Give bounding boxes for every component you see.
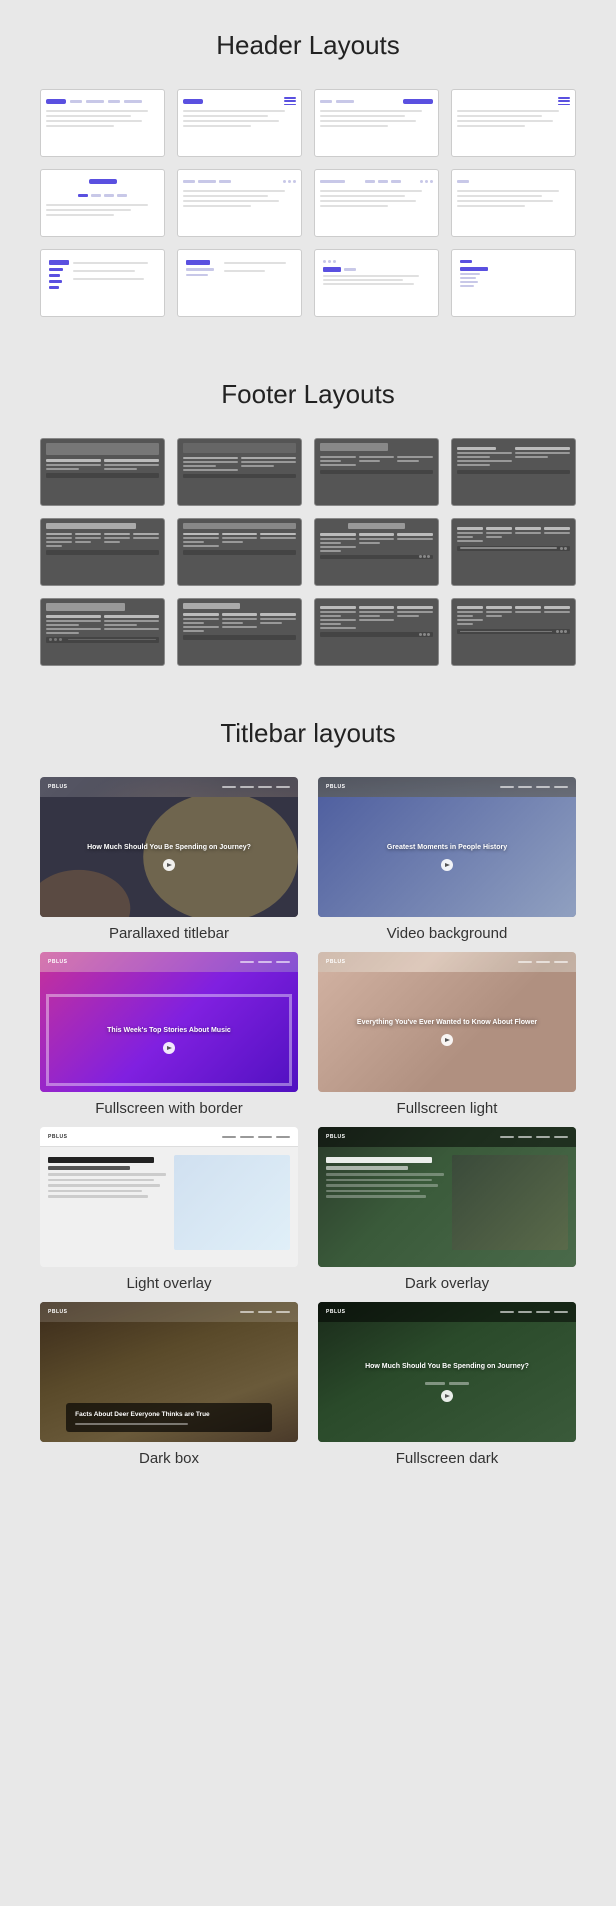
titlebar-item-fullscreen-border: PBLUS This Week's Top Stories About Musi… <box>40 952 298 1117</box>
header-layout-2[interactable] <box>177 89 302 157</box>
header-layouts-title: Header Layouts <box>40 30 576 61</box>
titlebar-row-4: PBLUS Facts About Deer Everyone Thinks a… <box>40 1302 576 1467</box>
header-layout-3[interactable] <box>314 89 439 157</box>
titlebar-label-dark-box: Dark box <box>139 1450 199 1467</box>
footer-row-2 <box>40 518 576 586</box>
play-button-fsd[interactable] <box>441 1390 453 1402</box>
footer-layout-2[interactable] <box>177 438 302 506</box>
footer-layout-7[interactable] <box>314 518 439 586</box>
footer-row-1 <box>40 438 576 506</box>
nav-bar-do: PBLUS <box>318 1127 576 1147</box>
nav-bar-fl: PBLUS <box>318 952 576 972</box>
nav-bar-fsd: PBLUS <box>318 1302 576 1322</box>
titlebar-layouts-title: Titlebar layouts <box>40 718 576 749</box>
titlebar-thumb-light-overlay[interactable]: PBLUS <box>40 1127 298 1267</box>
titlebar-item-parallaxed: PBLUS How Much Should You Be Spending on… <box>40 777 298 942</box>
titlebar-layouts-section: Titlebar layouts PBLUS How Much Should Y… <box>0 698 616 1507</box>
header-layout-9[interactable] <box>40 249 165 317</box>
header-layout-10[interactable] <box>177 249 302 317</box>
footer-layout-10[interactable] <box>177 598 302 666</box>
footer-layout-8[interactable] <box>451 518 576 586</box>
header-row-3 <box>40 249 576 317</box>
titlebar-thumb-dark-box[interactable]: PBLUS Facts About Deer Everyone Thinks a… <box>40 1302 298 1442</box>
footer-layout-12[interactable] <box>451 598 576 666</box>
header-layout-4[interactable] <box>451 89 576 157</box>
titlebar-thumb-parallaxed[interactable]: PBLUS How Much Should You Be Spending on… <box>40 777 298 917</box>
titlebar-label-fullscreen-light: Fullscreen light <box>397 1100 498 1117</box>
titlebar-label-video: Video background <box>387 925 508 942</box>
footer-layout-6[interactable] <box>177 518 302 586</box>
header-row-2 <box>40 169 576 237</box>
footer-layout-5[interactable] <box>40 518 165 586</box>
titlebar-label-parallaxed: Parallaxed titlebar <box>109 925 229 942</box>
header-layout-7[interactable] <box>314 169 439 237</box>
footer-layouts-section: Footer Layouts <box>0 349 616 698</box>
header-layout-1[interactable] <box>40 89 165 157</box>
header-layout-8[interactable] <box>451 169 576 237</box>
ht-logo <box>46 99 66 104</box>
play-button-fb[interactable] <box>163 1042 175 1054</box>
footer-row-3 <box>40 598 576 666</box>
titlebar-label-fullscreen-dark: Fullscreen dark <box>396 1450 499 1467</box>
nav-bar: PBLUS <box>40 777 298 797</box>
titlebar-heading-fullscreen-light: Everything You've Ever Wanted to Know Ab… <box>357 1018 537 1027</box>
footer-layout-4[interactable] <box>451 438 576 506</box>
nav-bar-lo: PBLUS <box>40 1127 298 1147</box>
titlebar-item-video: PBLUS Greatest Moments in People History… <box>318 777 576 942</box>
header-row-1 <box>40 89 576 157</box>
titlebar-heading-parallaxed: How Much Should You Be Spending on Journ… <box>87 843 251 852</box>
header-layout-11[interactable] <box>314 249 439 317</box>
titlebar-item-fullscreen-light: PBLUS Everything You've Ever Wanted to K… <box>318 952 576 1117</box>
footer-layout-1[interactable] <box>40 438 165 506</box>
titlebar-label-fullscreen-border: Fullscreen with border <box>95 1100 243 1117</box>
titlebar-thumb-fullscreen-light[interactable]: PBLUS Everything You've Ever Wanted to K… <box>318 952 576 1092</box>
footer-layout-9[interactable] <box>40 598 165 666</box>
play-button-fl[interactable] <box>441 1034 453 1046</box>
titlebar-row-3: PBLUS <box>40 1127 576 1292</box>
titlebar-item-dark-overlay: PBLUS <box>318 1127 576 1292</box>
footer-layout-3[interactable] <box>314 438 439 506</box>
content-dark-overlay <box>318 1147 576 1267</box>
content-light-overlay <box>40 1147 298 1267</box>
play-button-video[interactable] <box>441 859 453 871</box>
hamburger-icon <box>284 97 296 105</box>
hamburger-icon-2 <box>558 97 570 105</box>
titlebar-row-1: PBLUS How Much Should You Be Spending on… <box>40 777 576 942</box>
titlebar-item-fullscreen-dark: PBLUS How Much Should You Be Spending on… <box>318 1302 576 1467</box>
titlebar-thumb-fullscreen-dark[interactable]: PBLUS How Much Should You Be Spending on… <box>318 1302 576 1442</box>
nav-bar-db: PBLUS <box>40 1302 298 1322</box>
titlebar-thumb-dark-overlay[interactable]: PBLUS <box>318 1127 576 1267</box>
header-layout-12[interactable] <box>451 249 576 317</box>
header-layout-5[interactable] <box>40 169 165 237</box>
titlebar-item-light-overlay: PBLUS <box>40 1127 298 1292</box>
titlebar-row-2: PBLUS This Week's Top Stories About Musi… <box>40 952 576 1117</box>
titlebar-heading-fullscreen-border: This Week's Top Stories About Music <box>107 1026 231 1035</box>
footer-layouts-title: Footer Layouts <box>40 379 576 410</box>
header-layouts-section: Header Layouts <box>0 0 616 349</box>
footer-layout-11[interactable] <box>314 598 439 666</box>
header-layout-6[interactable] <box>177 169 302 237</box>
titlebar-thumb-video[interactable]: PBLUS Greatest Moments in People History <box>318 777 576 917</box>
titlebar-label-light-overlay: Light overlay <box>126 1275 211 1292</box>
titlebar-item-dark-box: PBLUS Facts About Deer Everyone Thinks a… <box>40 1302 298 1467</box>
play-button[interactable] <box>163 859 175 871</box>
nav-bar-fb: PBLUS <box>40 952 298 972</box>
titlebar-label-dark-overlay: Dark overlay <box>405 1275 489 1292</box>
titlebar-heading-fullscreen-dark: How Much Should You Be Spending on Journ… <box>365 1362 529 1371</box>
titlebar-heading-video: Greatest Moments in People History <box>387 843 507 852</box>
titlebar-thumb-fullscreen-border[interactable]: PBLUS This Week's Top Stories About Musi… <box>40 952 298 1092</box>
nav-bar-video: PBLUS <box>318 777 576 797</box>
